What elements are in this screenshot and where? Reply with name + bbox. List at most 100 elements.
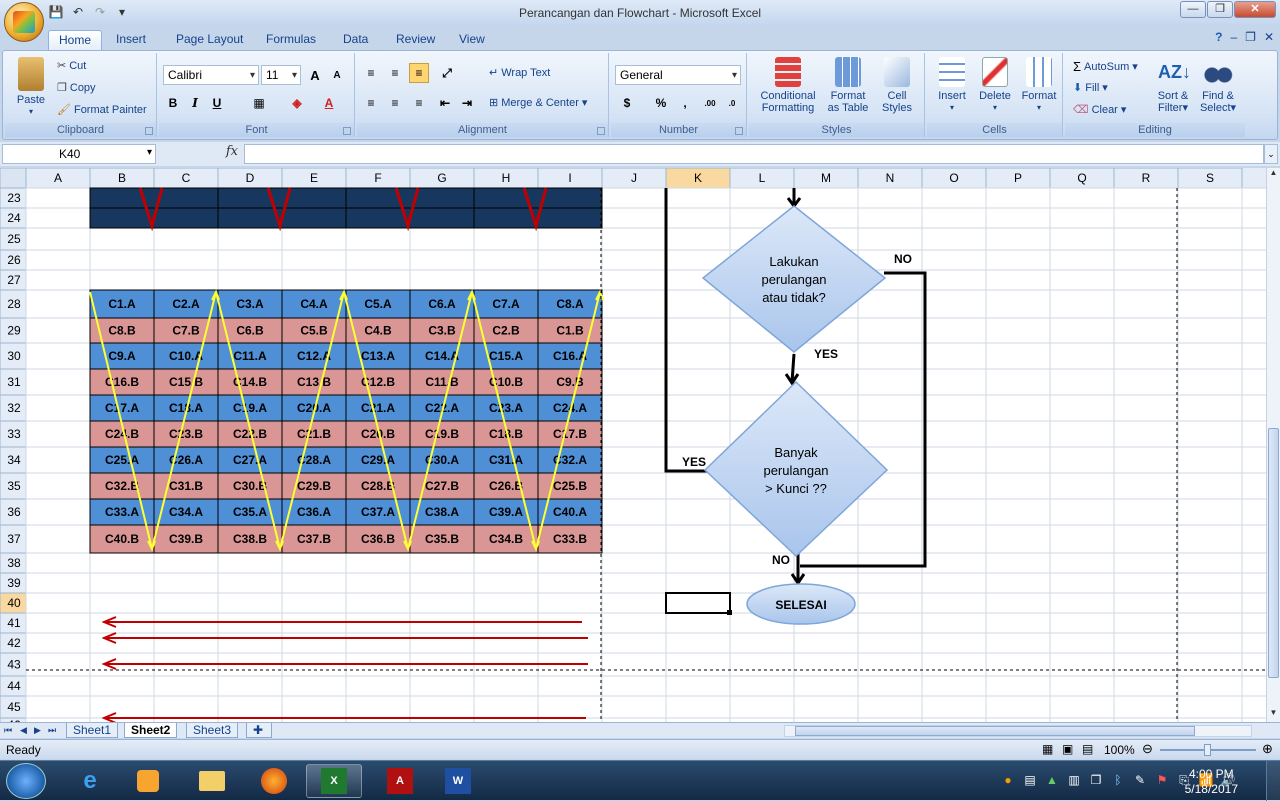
horizontal-scroll-thumb[interactable] xyxy=(795,726,1195,736)
grow-font-button[interactable]: A xyxy=(305,65,325,85)
format-as-table-button[interactable]: Format as Table xyxy=(823,57,873,114)
save-icon[interactable]: 💾 xyxy=(48,4,64,20)
find-select-button[interactable]: Find & Select▾ xyxy=(1195,57,1241,114)
tray-device-icon[interactable]: ▤ xyxy=(1022,773,1038,789)
zoom-out-icon[interactable]: ⊖ xyxy=(1142,741,1153,757)
tray-paint-icon[interactable]: ✎ xyxy=(1132,773,1148,789)
tab-view[interactable]: View xyxy=(449,30,495,50)
align-right-icon[interactable]: ≡ xyxy=(409,93,429,113)
zoom-slider-thumb[interactable] xyxy=(1204,744,1211,756)
insert-sheet-icon[interactable]: ✚ xyxy=(246,723,272,738)
font-size-select[interactable]: 11 xyxy=(261,65,301,85)
prev-sheet-icon[interactable]: ◀ xyxy=(20,725,27,736)
font-launcher-icon[interactable] xyxy=(343,127,351,135)
align-middle-icon[interactable]: ≡ xyxy=(385,63,405,83)
bold-button[interactable]: B xyxy=(163,93,183,113)
alignment-launcher-icon[interactable] xyxy=(597,127,605,135)
tray-app-icon[interactable]: ● xyxy=(1000,773,1016,789)
clipboard-launcher-icon[interactable] xyxy=(145,127,153,135)
decrease-decimal-button[interactable]: .0 xyxy=(721,93,743,113)
help-icon[interactable]: ? xyxy=(1215,30,1222,44)
horizontal-scrollbar[interactable] xyxy=(784,725,1252,737)
sheet-tab-sheet3[interactable]: Sheet3 xyxy=(186,723,239,738)
fill-color-icon[interactable]: ◈ xyxy=(287,93,307,113)
increase-indent-icon[interactable]: ⇥ xyxy=(457,93,477,113)
internet-explorer-icon[interactable]: e xyxy=(62,764,118,798)
tab-formulas[interactable]: Formulas xyxy=(256,30,326,50)
percent-button[interactable]: % xyxy=(651,93,671,113)
underline-button[interactable]: U xyxy=(207,93,227,113)
currency-button[interactable]: $ xyxy=(617,93,637,113)
word-taskbar-icon[interactable]: W xyxy=(430,764,486,798)
close-button[interactable]: ✕ xyxy=(1234,1,1276,18)
copy-button[interactable]: ❐ Copy xyxy=(57,81,96,95)
delete-cells-button[interactable]: Delete ▾ xyxy=(973,57,1017,114)
tab-review[interactable]: Review xyxy=(386,30,445,50)
paste-button[interactable]: Paste ▾ xyxy=(11,57,51,118)
media-player-icon[interactable] xyxy=(120,764,176,798)
italic-button[interactable]: I xyxy=(185,93,205,113)
autosum-button[interactable]: Σ AutoSum ▾ xyxy=(1073,59,1138,74)
align-bottom-icon[interactable]: ≡ xyxy=(409,63,429,83)
sort-filter-button[interactable]: AZ↓ Sort & Filter▾ xyxy=(1151,57,1195,114)
tray-bluetooth-icon[interactable]: ᛒ xyxy=(1110,773,1126,789)
office-button[interactable] xyxy=(4,2,44,42)
vertical-scrollbar[interactable]: ▲ ▼ xyxy=(1266,168,1280,722)
first-sheet-icon[interactable]: ⏮ xyxy=(4,725,12,736)
decrease-indent-icon[interactable]: ⇤ xyxy=(435,93,455,113)
normal-view-icon[interactable]: ▦ xyxy=(1042,742,1053,756)
align-left-icon[interactable]: ≡ xyxy=(361,93,381,113)
merge-center-button[interactable]: ⊞ Merge & Center ▾ xyxy=(489,96,587,110)
zoom-in-icon[interactable]: ⊕ xyxy=(1262,741,1273,757)
workbook-close-icon[interactable]: ✕ xyxy=(1264,30,1274,44)
active-cell[interactable] xyxy=(665,592,731,614)
cut-button[interactable]: ✂ Cut xyxy=(57,59,86,73)
clear-button[interactable]: ⌫ Clear ▾ xyxy=(1073,103,1126,117)
format-cells-button[interactable]: Format ▾ xyxy=(1017,57,1061,114)
cell-styles-button[interactable]: Cell Styles xyxy=(873,57,921,114)
restore-button[interactable]: ❐ xyxy=(1207,1,1233,18)
tab-page-layout[interactable]: Page Layout xyxy=(166,30,253,50)
tab-home[interactable]: Home xyxy=(48,30,103,50)
select-all-corner[interactable] xyxy=(0,168,27,189)
scroll-up-icon[interactable]: ▲ xyxy=(1268,168,1279,182)
sheet-tab-sheet2[interactable]: Sheet2 xyxy=(124,723,178,738)
excel-taskbar-icon[interactable]: X xyxy=(306,764,362,798)
page-layout-view-icon[interactable]: ▣ xyxy=(1062,742,1073,756)
align-top-icon[interactable]: ≡ xyxy=(361,63,381,83)
firefox-icon[interactable] xyxy=(246,764,302,798)
tray-flag-icon[interactable]: ⚑ xyxy=(1154,773,1170,789)
customize-qat-icon[interactable]: ▾ xyxy=(114,4,130,20)
zoom-level[interactable]: 100% xyxy=(1104,743,1135,757)
redo-icon[interactable]: ↷ xyxy=(92,4,108,20)
tray-triangle-icon[interactable]: ▲ xyxy=(1044,773,1060,789)
minimize-button[interactable]: — xyxy=(1180,1,1206,18)
sheet-tab-sheet1[interactable]: Sheet1 xyxy=(66,723,119,738)
workbook-minimize-icon[interactable]: – xyxy=(1230,30,1237,44)
borders-icon[interactable]: ▦ xyxy=(249,93,269,113)
undo-icon[interactable]: ↶ xyxy=(70,4,86,20)
insert-function-icon[interactable]: fx xyxy=(160,144,244,164)
increase-decimal-button[interactable]: .00 xyxy=(699,93,721,113)
insert-cells-button[interactable]: Insert ▾ xyxy=(931,57,973,114)
font-color-icon[interactable]: A xyxy=(319,93,339,113)
format-painter-button[interactable]: 🖌 Format Painter xyxy=(57,103,147,117)
expand-formula-icon[interactable]: ⌄ xyxy=(1264,144,1278,164)
page-break-view-icon[interactable]: ▤ xyxy=(1082,742,1093,756)
start-button[interactable] xyxy=(6,763,46,799)
comma-button[interactable]: , xyxy=(675,93,695,113)
tab-data[interactable]: Data xyxy=(333,30,378,50)
align-center-icon[interactable]: ≡ xyxy=(385,93,405,113)
acrobat-icon[interactable]: A xyxy=(372,764,428,798)
fill-handle[interactable] xyxy=(727,610,732,615)
formula-input[interactable] xyxy=(244,144,1264,164)
tray-drive-icon[interactable]: ▥ xyxy=(1066,773,1082,789)
tray-window-icon[interactable]: ❐ xyxy=(1088,773,1104,789)
fill-button[interactable]: ⬇ Fill ▾ xyxy=(1073,81,1108,95)
tab-insert[interactable]: Insert xyxy=(106,30,156,50)
next-sheet-icon[interactable]: ▶ xyxy=(34,725,41,736)
number-launcher-icon[interactable] xyxy=(735,127,743,135)
wrap-text-button[interactable]: ↵ Wrap Text xyxy=(489,66,550,80)
name-box[interactable]: K40 xyxy=(2,144,156,164)
file-explorer-icon[interactable] xyxy=(184,764,240,798)
